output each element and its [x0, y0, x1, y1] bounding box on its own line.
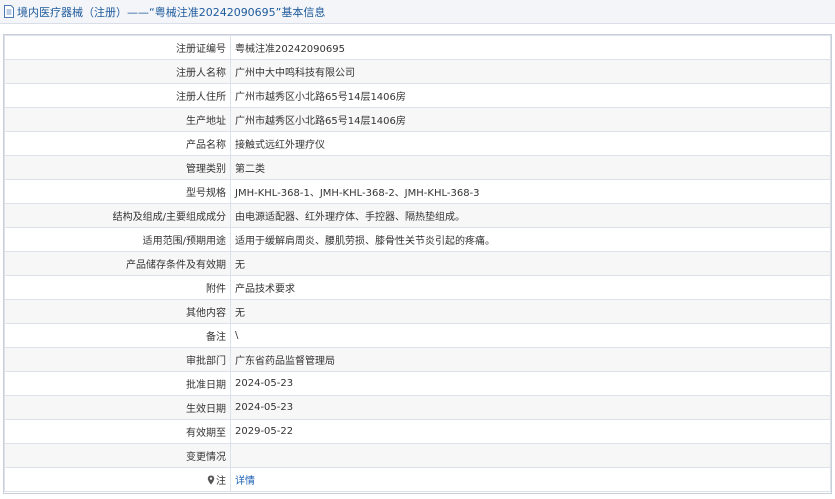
table-row: 型号规格 JMH-KHL-368-1、JMH-KHL-368-2、JMH-KHL…: [4, 179, 831, 204]
table-row: 注册人住所 广州市越秀区小北路65号14层1406房: [4, 83, 831, 108]
row-label: 型号规格: [4, 179, 231, 204]
table-row: 注册证编号 粤械注准20242090695: [4, 35, 831, 60]
table-row: 适用范围/预期用途 适用于缓解肩周炎、腰肌劳损、膝骨性关节炎引起的疼痛。: [4, 227, 831, 252]
row-value: \: [230, 323, 831, 348]
table-row: 产品储存条件及有效期 无: [4, 251, 831, 276]
table-row: 附件 产品技术要求: [4, 275, 831, 300]
note-row-label: 注: [4, 467, 231, 492]
row-value: 适用于缓解肩周炎、腰肌劳损、膝骨性关节炎引起的疼痛。: [230, 227, 831, 252]
row-label: 适用范围/预期用途: [4, 227, 231, 252]
row-label: 有效期至: [4, 419, 231, 444]
page-title: 境内医疗器械（注册）——“粤械注准20242090695”基本信息: [17, 5, 326, 19]
table-row: 生效日期 2024-05-23: [4, 395, 831, 420]
row-value: 广州市越秀区小北路65号14层1406房: [230, 83, 831, 108]
row-label: 附件: [4, 275, 231, 300]
table-row: 审批部门 广东省药品监督管理局: [4, 347, 831, 372]
page-header: 境内医疗器械（注册）——“粤械注准20242090695”基本信息: [0, 0, 835, 24]
info-table-frame: 注册证编号 粤械注准20242090695 注册人名称 广州中大中鸣科技有限公司…: [3, 34, 832, 494]
row-value: 2029-05-22: [230, 419, 831, 444]
row-label: 注册人名称: [4, 59, 231, 84]
row-value: 接触式远红外理疗仪: [230, 131, 831, 156]
row-label: 其他内容: [4, 299, 231, 324]
details-link[interactable]: 详情: [235, 476, 255, 487]
document-icon: [4, 5, 14, 18]
row-value: 第二类: [230, 155, 831, 180]
row-label: 管理类别: [4, 155, 231, 180]
row-value: 2024-05-23: [230, 395, 831, 420]
note-pin-icon: [207, 475, 215, 485]
row-label: 注册证编号: [4, 35, 231, 60]
info-table: 注册证编号 粤械注准20242090695 注册人名称 广州中大中鸣科技有限公司…: [4, 35, 831, 492]
row-value: 由电源适配器、红外理疗体、手控器、隔热垫组成。: [230, 203, 831, 228]
row-label: 变更情况: [4, 443, 231, 468]
row-label: 备注: [4, 323, 231, 348]
table-row: 变更情况: [4, 443, 831, 468]
row-value: 广东省药品监督管理局: [230, 347, 831, 372]
table-row: 有效期至 2029-05-22: [4, 419, 831, 444]
row-label: 生效日期: [4, 395, 231, 420]
row-label: 审批部门: [4, 347, 231, 372]
table-row: 批准日期 2024-05-23: [4, 371, 831, 396]
row-value: 粤械注准20242090695: [230, 35, 831, 60]
row-value: 无: [230, 251, 831, 276]
row-value: [230, 443, 831, 468]
table-row: 管理类别 第二类: [4, 155, 831, 180]
row-label: 产品名称: [4, 131, 231, 156]
table-row: 生产地址 广州市越秀区小北路65号14层1406房: [4, 107, 831, 132]
row-value: 2024-05-23: [230, 371, 831, 396]
row-value: JMH-KHL-368-1、JMH-KHL-368-2、JMH-KHL-368-…: [230, 179, 831, 204]
table-row: 其他内容 无: [4, 299, 831, 324]
row-label: 结构及组成/主要组成成分: [4, 203, 231, 228]
table-row: 产品名称 接触式远红外理疗仪: [4, 131, 831, 156]
row-value: 无: [230, 299, 831, 324]
table-row: 备注 \: [4, 323, 831, 348]
table-row: 注册人名称 广州中大中鸣科技有限公司: [4, 59, 831, 84]
row-label: 产品储存条件及有效期: [4, 251, 231, 276]
row-value: 广州中大中鸣科技有限公司: [230, 59, 831, 84]
table-row: 结构及组成/主要组成成分 由电源适配器、红外理疗体、手控器、隔热垫组成。: [4, 203, 831, 228]
row-label: 注册人住所: [4, 83, 231, 108]
row-value: 广州市越秀区小北路65号14层1406房: [230, 107, 831, 132]
row-label: 注: [216, 476, 226, 487]
row-value: 产品技术要求: [230, 275, 831, 300]
row-label: 批准日期: [4, 371, 231, 396]
table-row: 注 详情: [4, 467, 831, 492]
row-label: 生产地址: [4, 107, 231, 132]
row-value: 详情: [230, 467, 831, 492]
